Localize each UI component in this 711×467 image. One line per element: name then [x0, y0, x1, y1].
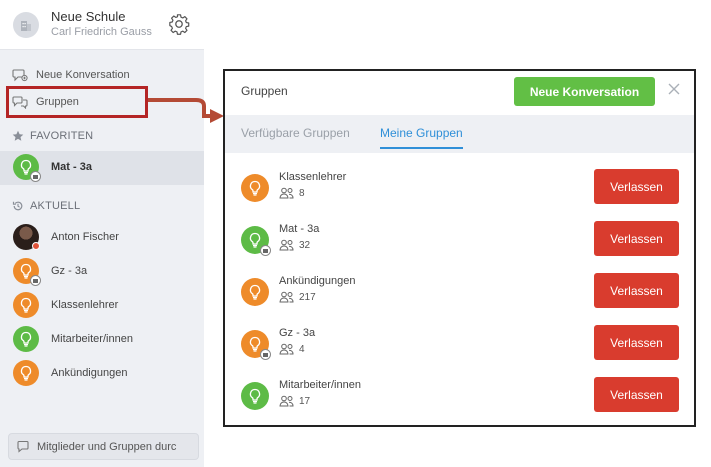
new-conversation-button[interactable]: Neue Konversation: [514, 77, 655, 106]
history-icon: [12, 201, 23, 211]
member-count-value: 32: [299, 239, 311, 251]
members-icon: [279, 395, 294, 407]
recent-item-ankuendigungen[interactable]: Ankündigungen: [0, 357, 204, 391]
close-icon[interactable]: [667, 82, 681, 96]
group-avatar: [241, 174, 269, 202]
group-row: Klassenlehrer 8 Verlassen: [225, 169, 694, 221]
group-row: Ankündigungen 217 Verlassen: [225, 273, 694, 325]
star-icon: [12, 130, 24, 141]
member-count-value: 4: [299, 343, 305, 355]
leave-button[interactable]: Verlassen: [594, 169, 679, 204]
recent-item-label: Klassenlehrer: [51, 299, 119, 311]
school-header[interactable]: Neue Schule Carl Friedrich Gauss: [0, 0, 204, 50]
sidebar: Neue Schule Carl Friedrich Gauss Neue Ko…: [0, 0, 204, 467]
recent-item-label: Ankündigungen: [51, 367, 128, 379]
leave-button[interactable]: Verlassen: [594, 221, 679, 256]
new-conversation-label: Neue Konversation: [36, 69, 130, 81]
lock-icon: [260, 349, 271, 360]
group-row: Gz - 3a 4 Verlassen: [225, 325, 694, 377]
lightbulb-icon: [20, 331, 32, 347]
group-avatar: [13, 154, 41, 182]
member-count: 17: [279, 395, 310, 407]
new-conversation-link[interactable]: Neue Konversation: [12, 68, 130, 82]
member-count: 32: [279, 239, 310, 251]
member-count-value: 217: [299, 291, 316, 303]
lightbulb-icon: [249, 232, 261, 248]
tab-available-groups[interactable]: Verfügbare Gruppen: [241, 126, 350, 140]
leave-button[interactable]: Verlassen: [594, 377, 679, 412]
lock-icon: [30, 275, 41, 286]
group-avatar: [13, 326, 39, 352]
tab-my-groups[interactable]: Meine Gruppen: [380, 126, 463, 149]
favorite-item-label: Mat - 3a: [51, 161, 92, 173]
members-icon: [279, 239, 294, 251]
chat-search-icon: [17, 440, 29, 453]
search-input[interactable]: Mitglieder und Gruppen durc: [8, 433, 199, 460]
recent-item-anton-fischer[interactable]: Anton Fischer: [0, 221, 204, 255]
recent-item-gz-3a[interactable]: Gz - 3a: [0, 255, 204, 289]
favorite-item-mat-3a[interactable]: Mat - 3a: [0, 151, 204, 185]
group-avatar: [241, 278, 269, 306]
lightbulb-icon: [249, 336, 261, 352]
group-name: Ankündigungen: [279, 275, 356, 287]
member-count-value: 17: [299, 395, 311, 407]
user-name: Carl Friedrich Gauss: [51, 26, 152, 38]
lightbulb-icon: [249, 388, 261, 404]
group-name: Mat - 3a: [279, 223, 320, 235]
favorites-label: FAVORITEN: [30, 130, 94, 142]
recent-section-title: AKTUELL: [12, 200, 80, 212]
user-avatar: [13, 224, 40, 250]
leave-button[interactable]: Verlassen: [594, 325, 679, 360]
arrow-pointer-icon: [148, 98, 224, 123]
recent-item-mitarbeiter[interactable]: Mitarbeiter/innen: [0, 323, 204, 357]
group-avatar: [241, 382, 269, 410]
group-row: Mitarbeiter/innen 17 Verlassen: [225, 377, 694, 429]
school-name: Neue Schule: [51, 9, 126, 24]
group-avatar: [13, 360, 39, 386]
group-name: Mitarbeiter/innen: [279, 379, 361, 391]
group-name: Klassenlehrer: [279, 171, 347, 183]
member-count: 217: [279, 291, 316, 303]
group-avatar: [241, 330, 271, 360]
recent-item-label: Gz - 3a: [51, 265, 88, 277]
groups-dialog: Gruppen Neue Konversation Verfügbare Gru…: [223, 69, 696, 427]
recent-item-label: Mitarbeiter/innen: [51, 333, 133, 345]
groups-highlight-box: [6, 86, 148, 118]
status-dot: [32, 242, 40, 250]
members-icon: [279, 291, 294, 303]
recent-item-klassenlehrer[interactable]: Klassenlehrer: [0, 289, 204, 323]
member-count: 8: [279, 187, 305, 199]
group-avatar: [13, 292, 39, 318]
gear-icon[interactable]: [168, 13, 190, 35]
favorites-section-title: FAVORITEN: [12, 130, 93, 142]
building-icon: [21, 21, 31, 31]
lock-icon: [30, 171, 41, 182]
lock-icon: [260, 245, 271, 256]
group-avatar: [241, 226, 271, 256]
group-name: Gz - 3a: [279, 327, 316, 339]
lightbulb-icon: [20, 365, 32, 381]
dialog-title: Gruppen: [241, 84, 288, 98]
lightbulb-icon: [20, 297, 32, 313]
member-count: 4: [279, 343, 305, 355]
school-avatar: [13, 12, 39, 38]
members-icon: [279, 187, 294, 199]
group-row: Mat - 3a 32 Verlassen: [225, 221, 694, 273]
search-placeholder: Mitglieder und Gruppen durc: [37, 440, 177, 453]
chat-add-icon: [12, 69, 28, 82]
leave-button[interactable]: Verlassen: [594, 273, 679, 308]
member-count-value: 8: [299, 187, 305, 199]
recent-label: AKTUELL: [30, 200, 81, 212]
lightbulb-icon: [249, 180, 261, 196]
members-icon: [279, 343, 294, 355]
dialog-tabs: Verfügbare Gruppen Meine Gruppen: [225, 115, 694, 153]
lightbulb-icon: [249, 284, 261, 300]
recent-item-label: Anton Fischer: [51, 231, 119, 243]
group-avatar: [13, 258, 41, 286]
